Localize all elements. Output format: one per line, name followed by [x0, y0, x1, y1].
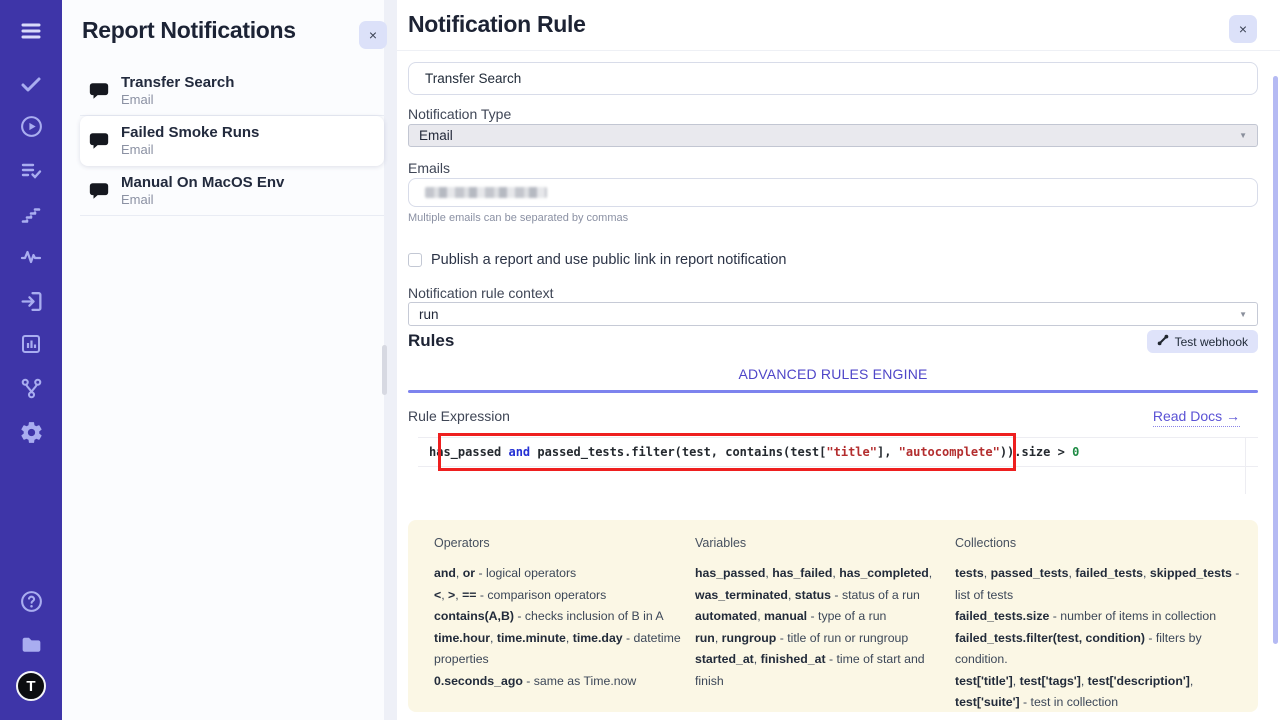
test-webhook-label: Test webhook	[1175, 335, 1248, 349]
emails-input[interactable]	[408, 178, 1258, 207]
tab-active-underline	[408, 390, 1258, 393]
chevron-down-icon: ▼	[1239, 310, 1247, 319]
read-docs-link[interactable]: Read Docs →	[1153, 408, 1240, 427]
help-line: 0.seconds_ago - same as Time.now	[434, 671, 687, 693]
help-column-operators: Operators and, or - logical operators<, >…	[434, 536, 687, 712]
chat-bubble-icon	[88, 130, 110, 152]
docs-icon[interactable]	[18, 631, 44, 657]
check-icon[interactable]	[18, 71, 44, 97]
dialog-title: Notification Rule	[408, 11, 586, 38]
help-line: tests, passed_tests, failed_tests, skipp…	[955, 563, 1242, 606]
notification-channel: Email	[121, 192, 284, 207]
chevron-down-icon: ▼	[1239, 131, 1247, 140]
sign-in-icon[interactable]	[18, 288, 44, 314]
help-line: started_at, finished_at - time of start …	[695, 649, 947, 692]
context-select[interactable]: run ▼	[408, 302, 1258, 326]
dialog-close-button[interactable]: ×	[1229, 15, 1257, 43]
report-notifications-panel: Report Notifications × Transfer Search E…	[62, 0, 384, 720]
notification-list: Transfer Search Email Failed Smoke Runs …	[80, 66, 384, 216]
help-line: time.hour, time.minute, time.day - datet…	[434, 628, 687, 671]
tab-advanced-rules-engine[interactable]: ADVANCED RULES ENGINE	[738, 366, 927, 391]
chat-bubble-icon	[88, 180, 110, 202]
emails-hint: Multiple emails can be separated by comm…	[408, 212, 1258, 224]
redacted-email-value	[425, 187, 547, 198]
help-column-heading: Operators	[434, 536, 687, 550]
help-column-heading: Collections	[955, 536, 1242, 550]
help-line: automated, manual - type of a run	[695, 606, 947, 628]
steps-icon[interactable]	[18, 201, 44, 227]
panel-close-button[interactable]: ×	[359, 21, 387, 49]
help-column-heading: Variables	[695, 536, 947, 550]
panel-title: Report Notifications	[82, 17, 296, 44]
publish-report-label: Publish a report and use public link in …	[431, 252, 786, 268]
notification-type-select[interactable]: Email ▼	[408, 124, 1258, 147]
play-circle-icon[interactable]	[18, 113, 44, 139]
notification-channel: Email	[121, 142, 259, 157]
notification-channel: Email	[121, 92, 234, 107]
branch-icon[interactable]	[18, 375, 44, 401]
webhook-icon	[1157, 334, 1169, 349]
help-icon[interactable]	[18, 588, 44, 614]
help-line: was_terminated, status - status of a run	[695, 585, 947, 607]
report-notification-list-item[interactable]: Manual On MacOS Env Email	[80, 166, 384, 216]
rule-name-input[interactable]	[408, 62, 1258, 95]
activity-icon[interactable]	[18, 244, 44, 270]
dialog-header: Notification Rule ×	[397, 0, 1280, 51]
rule-expression-label: Rule Expression	[408, 408, 510, 424]
notification-type-label: Notification Type	[408, 106, 1258, 122]
context-label: Notification rule context	[408, 285, 1258, 301]
logo-glyph: T	[26, 679, 35, 694]
close-icon: ×	[1239, 15, 1247, 43]
close-icon: ×	[369, 21, 377, 49]
editor-gutter-line	[1245, 438, 1246, 494]
context-value: run	[419, 307, 439, 322]
help-line: contains(A,B) - checks inclusion of B in…	[434, 606, 687, 628]
help-line: <, >, == - comparison operators	[434, 585, 687, 607]
notification-name: Failed Smoke Runs	[121, 124, 259, 141]
bar-chart-icon[interactable]	[18, 331, 44, 357]
logo-badge[interactable]: T	[16, 671, 46, 701]
help-column-variables: Variables has_passed, has_failed, has_com…	[695, 536, 947, 712]
help-line: failed_tests.filter(test, condition) - f…	[955, 628, 1242, 671]
report-notification-list-item[interactable]: Transfer Search Email	[80, 66, 384, 116]
app-sidebar: T	[0, 0, 62, 720]
help-line: test['suite'] - test in collection	[955, 692, 1242, 712]
report-notification-list-item[interactable]: Failed Smoke Runs Email	[80, 116, 384, 166]
notification-type-value: Email	[419, 128, 453, 143]
rule-expression-editor[interactable]: has_passed and passed_tests.filter(test,…	[418, 437, 1258, 494]
panel-scrollbar-thumb[interactable]	[382, 345, 387, 395]
help-line: failed_tests.size - number of items in c…	[955, 606, 1242, 628]
menu-icon[interactable]	[18, 18, 44, 44]
notification-name: Transfer Search	[121, 74, 234, 91]
help-column-collections: Collections tests, passed_tests, failed_t…	[955, 536, 1242, 712]
help-line: has_passed, has_failed, has_completed,	[695, 563, 947, 585]
emails-label: Emails	[408, 160, 1258, 176]
chat-bubble-icon	[88, 80, 110, 102]
rule-expression-code: has_passed and passed_tests.filter(test,…	[429, 445, 1079, 459]
notification-rule-panel: Notification Rule × Notification Type Em…	[397, 0, 1280, 720]
help-line: and, or - logical operators	[434, 563, 687, 585]
list-check-icon[interactable]	[18, 157, 44, 183]
publish-report-checkbox[interactable]	[408, 253, 422, 267]
notification-name: Manual On MacOS Env	[121, 174, 284, 191]
page-scrollbar-thumb[interactable]	[1273, 76, 1278, 644]
help-line: test['title'], test['tags'], test['descr…	[955, 671, 1242, 693]
rules-heading: Rules	[408, 331, 1258, 351]
help-line: run, rungroup - title of run or rungroup	[695, 628, 947, 650]
test-webhook-button[interactable]: Test webhook	[1147, 330, 1258, 353]
rules-help-panel: Operators and, or - logical operators<, >…	[408, 520, 1258, 712]
settings-icon[interactable]	[18, 419, 44, 445]
